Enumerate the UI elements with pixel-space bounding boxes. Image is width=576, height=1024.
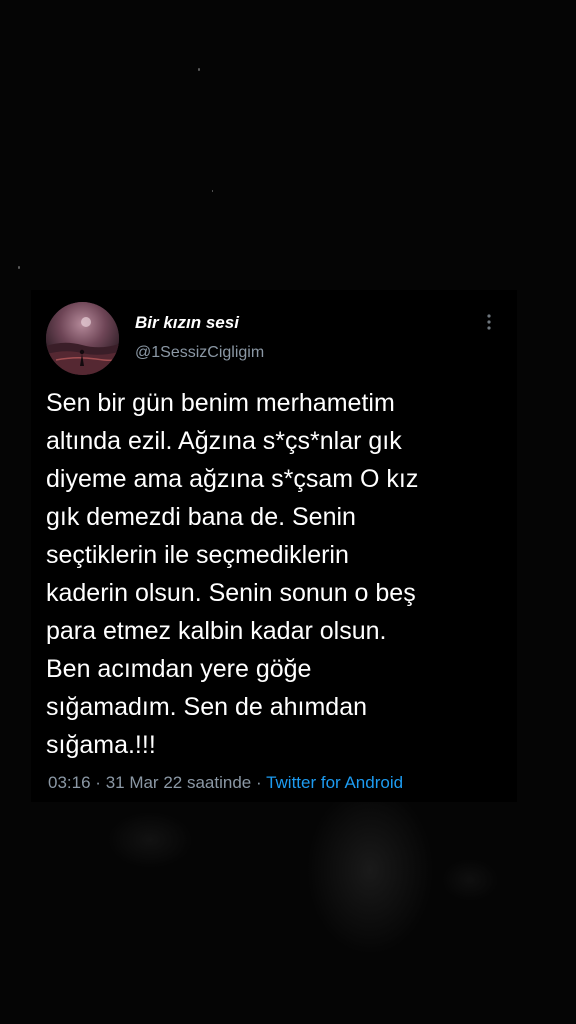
tweet-text-line: diyeme ama ağzına s*çsam O kız bbox=[46, 465, 419, 493]
tweet-date[interactable]: 31 Mar 22 saatinde bbox=[106, 773, 252, 792]
background-speck bbox=[212, 190, 213, 192]
tweet-text-line: para etmez kalbin kadar olsun. bbox=[46, 617, 387, 645]
tweet-text: Sen bir gün benim merhametim altında ezi… bbox=[46, 384, 506, 764]
tweet-text-line: sığama.!!! bbox=[46, 731, 156, 759]
tweet-meta: 03:16 · 31 Mar 22 saatinde · Twitter for… bbox=[48, 773, 403, 793]
avatar-image bbox=[46, 302, 119, 375]
more-vertical-icon[interactable] bbox=[483, 312, 495, 332]
tweet-text-line: altında ezil. Ağzına s*çs*nlar gık bbox=[46, 427, 402, 455]
user-handle[interactable]: @1SessizCigligim bbox=[135, 344, 264, 362]
background-speck bbox=[18, 266, 20, 269]
tweet-text-line: Sen bir gün benim merhametim bbox=[46, 389, 395, 417]
tweet-source-link[interactable]: Twitter for Android bbox=[266, 773, 403, 792]
meta-separator: · bbox=[255, 773, 262, 792]
tweet-text-line: kaderin olsun. Senin sonun o beş bbox=[46, 579, 416, 607]
display-name[interactable]: Bir kızın sesi bbox=[135, 313, 239, 333]
avatar[interactable] bbox=[46, 302, 119, 375]
tweet-card[interactable]: Bir kızın sesi @1SessizCigligim Sen bir … bbox=[31, 290, 517, 802]
tweet-text-line: Ben acımdan yere göğe bbox=[46, 655, 312, 683]
tweet-text-line: sığamadım. Sen de ahımdan bbox=[46, 693, 368, 721]
tweet-time[interactable]: 03:16 bbox=[48, 773, 91, 792]
tweet-text-line: seçtiklerin ile seçmediklerin bbox=[46, 541, 349, 569]
background-speck bbox=[198, 68, 200, 71]
meta-separator: · bbox=[95, 773, 101, 792]
tweet-text-line: gık demezdi bana de. Senin bbox=[46, 503, 356, 531]
